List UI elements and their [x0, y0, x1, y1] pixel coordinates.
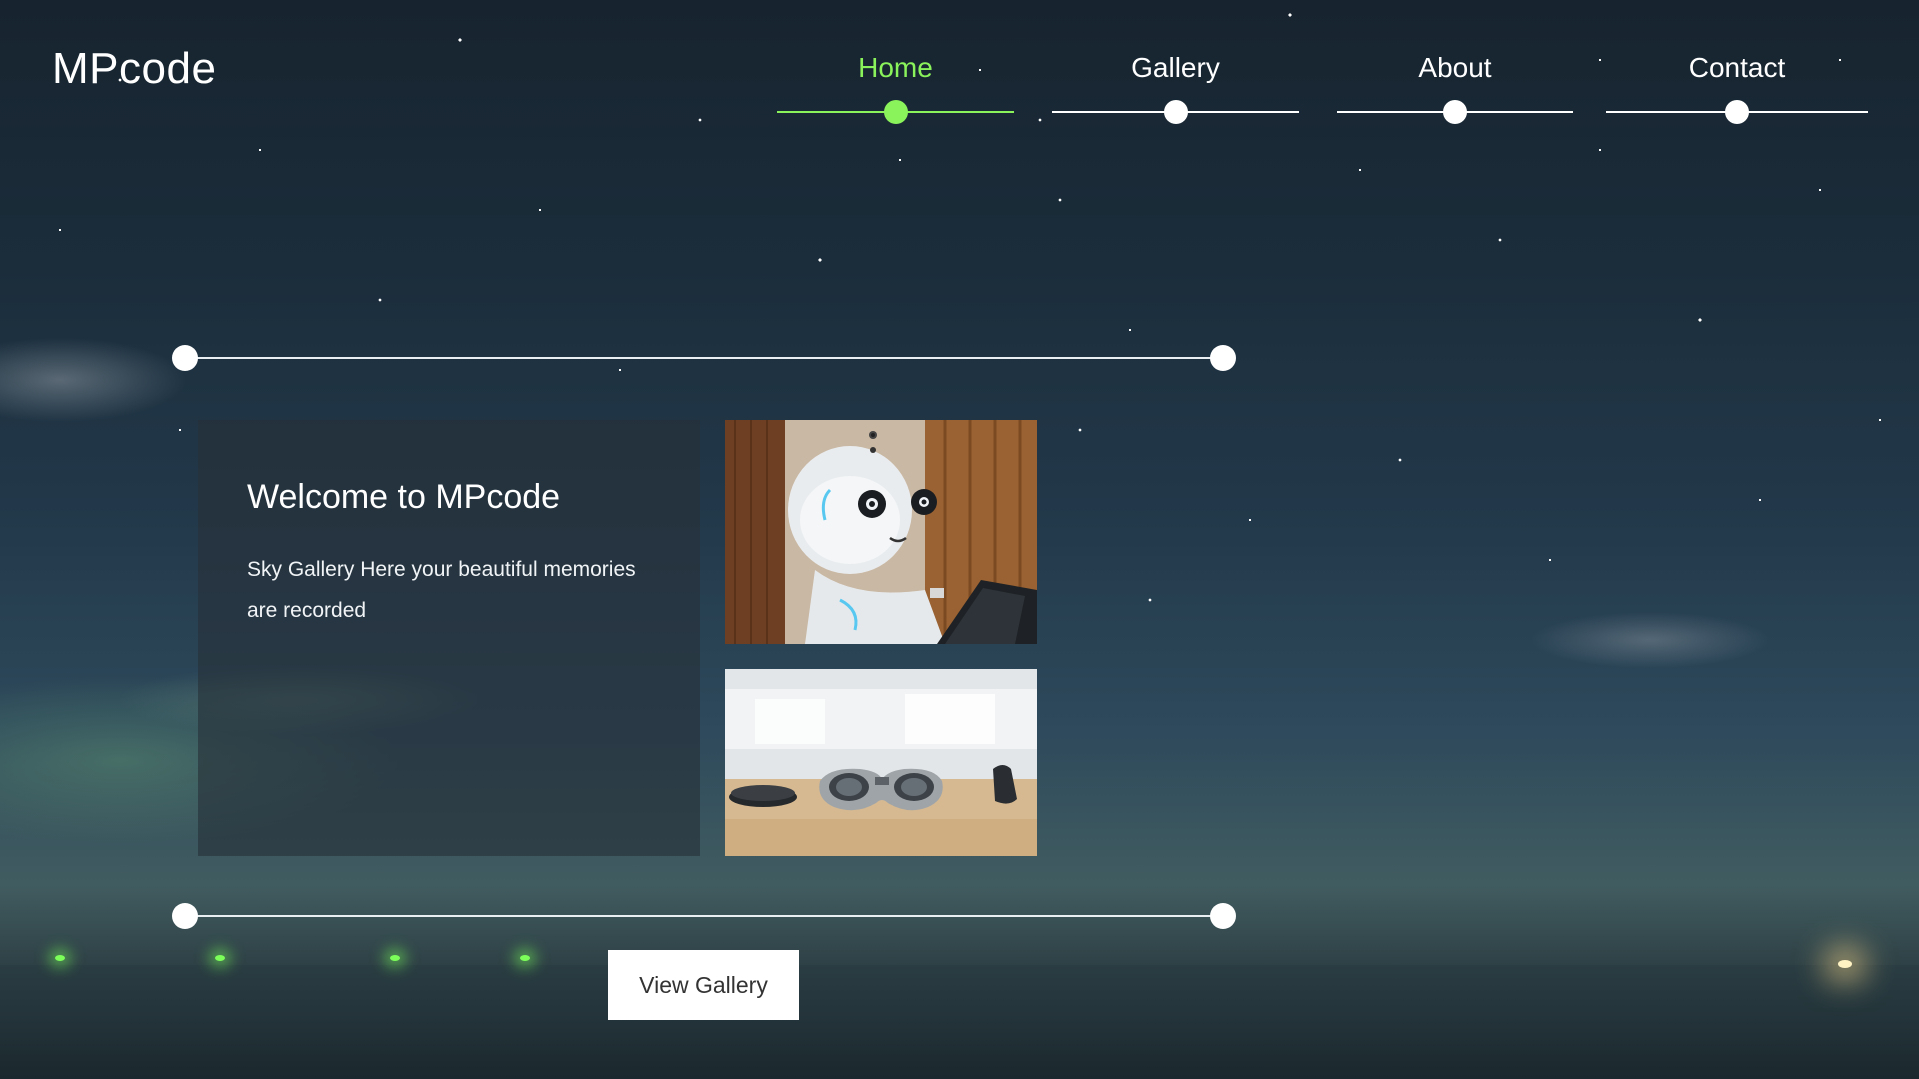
welcome-title: Welcome to MPcode: [247, 478, 561, 516]
nav-dot: [1163, 100, 1188, 124]
welcome-card: Welcome to MPcode Sky Gallery Here your …: [198, 420, 700, 856]
gallery-photo-vr-headset[interactable]: [725, 669, 1037, 856]
gallery-photo-robot[interactable]: [725, 420, 1037, 644]
vr-headset-photo-icon: [725, 669, 1037, 856]
nav-dot: [1725, 100, 1749, 124]
bottom-divider-line: [185, 915, 1223, 917]
bottom-divider-dot-left: [172, 903, 198, 929]
robot-photo-icon: [725, 420, 1037, 644]
horizon-light-glow: [1838, 960, 1852, 968]
nav-label-home: Home: [858, 52, 933, 83]
nav-dot: [1443, 100, 1467, 124]
nav-item-about[interactable]: About: [1337, 52, 1573, 124]
nav-label-contact: Contact: [1688, 52, 1786, 83]
nav-label-gallery: Gallery: [1131, 52, 1220, 83]
nav-item-contact[interactable]: Contact: [1606, 52, 1868, 124]
main-nav: Home Gallery About Contact: [0, 52, 1919, 132]
bottom-divider-dot-right: [1210, 903, 1236, 929]
top-divider-dot-right: [1210, 345, 1236, 371]
nav-item-gallery[interactable]: Gallery: [1052, 52, 1299, 124]
sea-horizon: [0, 965, 1919, 1079]
welcome-text: Sky Gallery Here your beautiful memories…: [247, 558, 636, 622]
top-divider-dot-left: [172, 345, 198, 371]
nav-label-about: About: [1418, 52, 1492, 83]
nav-dot-active: [883, 100, 908, 124]
horizon-lights: [0, 955, 1919, 975]
nav-item-home[interactable]: Home: [777, 52, 1014, 124]
top-divider-line: [185, 357, 1223, 359]
view-gallery-button[interactable]: View Gallery: [608, 950, 799, 1020]
